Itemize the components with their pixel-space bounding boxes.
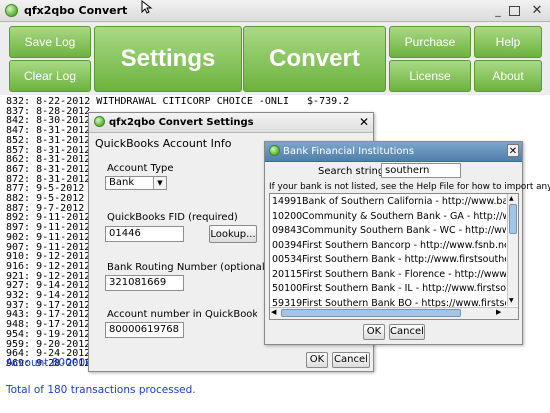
scroll-right-icon[interactable]: ▶: [496, 308, 501, 316]
routing-field[interactable]: 321081669: [105, 275, 184, 291]
fid-label: QuickBooks FID (required): [107, 212, 238, 223]
account-number-label: Account number in QuickBooks (very usefu…: [107, 309, 257, 320]
toolbar: Save Log Clear Log Settings Convert Purc…: [0, 22, 550, 95]
purchase-button[interactable]: Purchase: [389, 26, 471, 58]
bank-row[interactable]: 00534First Southern Bank - http://www.fi…: [270, 253, 506, 268]
bank-hint: If your bank is not listed, see the Help…: [269, 182, 550, 192]
close-icon[interactable]: ✕: [359, 115, 369, 129]
scroll-left-icon[interactable]: ◀: [271, 308, 276, 316]
bank-row-text: Community & Southern Bank - GA - http://…: [302, 210, 506, 222]
bank-row-text: Bank of Southern California - http://www…: [302, 196, 506, 207]
bank-cancel-button[interactable]: Cancel: [389, 324, 425, 340]
convert-button[interactable]: Convert: [243, 26, 386, 92]
bank-row-id: 09843: [272, 225, 303, 236]
chevron-down-icon: ▼: [153, 177, 166, 189]
minimize-icon[interactable]: _: [490, 3, 506, 19]
bank-row-text: Community Southern Bank - WC - http://ww…: [302, 225, 506, 236]
cancel-button[interactable]: Cancel: [332, 352, 370, 368]
settings-dialog-titlebar: qfx2qbo Convert Settings ✕: [89, 113, 373, 133]
bank-row-text: First Southern Bank - Florence - http://…: [302, 268, 506, 280]
close-icon[interactable]: ✕: [529, 3, 545, 19]
bank-row-text: First Southern Bank - http://www.firstso…: [302, 254, 506, 265]
bank-dialog: Bank Financial Institutions ✕ Search str…: [264, 141, 550, 345]
window-title: qfx2qbo Convert: [24, 4, 128, 17]
bank-ok-button[interactable]: OK: [363, 324, 385, 340]
clear-log-button[interactable]: Clear Log: [9, 60, 91, 92]
account-type-select[interactable]: Bank ▼: [105, 176, 167, 190]
search-label: Search string:: [318, 166, 388, 177]
bank-row-text: First Southern Bank - IL - http://www.fi…: [302, 283, 506, 294]
settings-button[interactable]: Settings: [94, 26, 242, 92]
scroll-down-icon[interactable]: ▼: [509, 297, 514, 304]
bank-row-id: 14991: [272, 196, 303, 207]
maximize-icon[interactable]: [509, 6, 520, 16]
horizontal-scrollbar[interactable]: ◀ ▶: [270, 307, 518, 319]
help-button[interactable]: Help: [474, 26, 542, 58]
settings-heading: QuickBooks Account Info: [95, 137, 232, 150]
bank-row[interactable]: 20115First Southern Bank - Florence - ht…: [270, 268, 506, 283]
ok-button[interactable]: OK: [306, 352, 328, 368]
account-type-value: Bank: [109, 177, 135, 188]
scroll-up-icon[interactable]: ▲: [509, 195, 514, 202]
bank-dialog-titlebar: Bank Financial Institutions ✕: [265, 142, 522, 162]
bank-row-id: 10200: [272, 210, 303, 222]
app-icon: [269, 145, 280, 156]
close-icon[interactable]: ✕: [507, 144, 519, 157]
app-icon: [5, 4, 18, 17]
settings-dialog-title: qfx2qbo Convert Settings: [109, 117, 254, 128]
search-input[interactable]: southern: [381, 163, 461, 178]
bank-row[interactable]: 00394First Southern Bancorp - http://www…: [270, 239, 506, 254]
bank-row[interactable]: 14991Bank of Southern California - http:…: [270, 195, 506, 210]
horizontal-scroll-thumb[interactable]: [281, 309, 461, 317]
routing-label: Bank Routing Number (optional): [107, 262, 269, 273]
fid-field[interactable]: 01446: [105, 226, 184, 242]
mouse-cursor-icon: [141, 0, 153, 14]
app-icon: [94, 116, 105, 127]
bank-row-id: 50100: [272, 283, 303, 294]
bank-row-text: First Southern Bancorp - http://www.fsnb…: [302, 239, 506, 251]
save-log-button[interactable]: Save Log: [9, 26, 91, 58]
vertical-scrollbar[interactable]: ▲ ▼: [507, 194, 518, 306]
bank-row[interactable]: 09843Community Southern Bank - WC - http…: [270, 224, 506, 239]
account-number-field[interactable]: 80000619768: [105, 322, 184, 338]
window-titlebar: qfx2qbo Convert _ ✕: [0, 0, 550, 22]
bank-list[interactable]: 14991Bank of Southern California - http:…: [269, 193, 519, 320]
account-type-label: Account Type: [107, 163, 174, 174]
about-button[interactable]: About: [474, 60, 542, 92]
bank-row-id: 20115: [272, 268, 303, 280]
lookup-button[interactable]: Lookup...: [209, 225, 257, 243]
total-line: Total of 180 transactions processed.: [6, 384, 196, 396]
bank-list-rows: 14991Bank of Southern California - http:…: [270, 195, 506, 319]
bank-row-id: 00394: [272, 239, 303, 251]
bank-row[interactable]: 50100First Southern Bank - IL - http://w…: [270, 282, 506, 297]
bank-row[interactable]: 10200Community & Southern Bank - GA - ht…: [270, 210, 506, 225]
bank-row-id: 00534: [272, 254, 303, 265]
license-button[interactable]: License: [389, 60, 471, 92]
bank-dialog-title: Bank Financial Institutions: [283, 146, 415, 157]
vertical-scroll-thumb[interactable]: [509, 204, 517, 234]
